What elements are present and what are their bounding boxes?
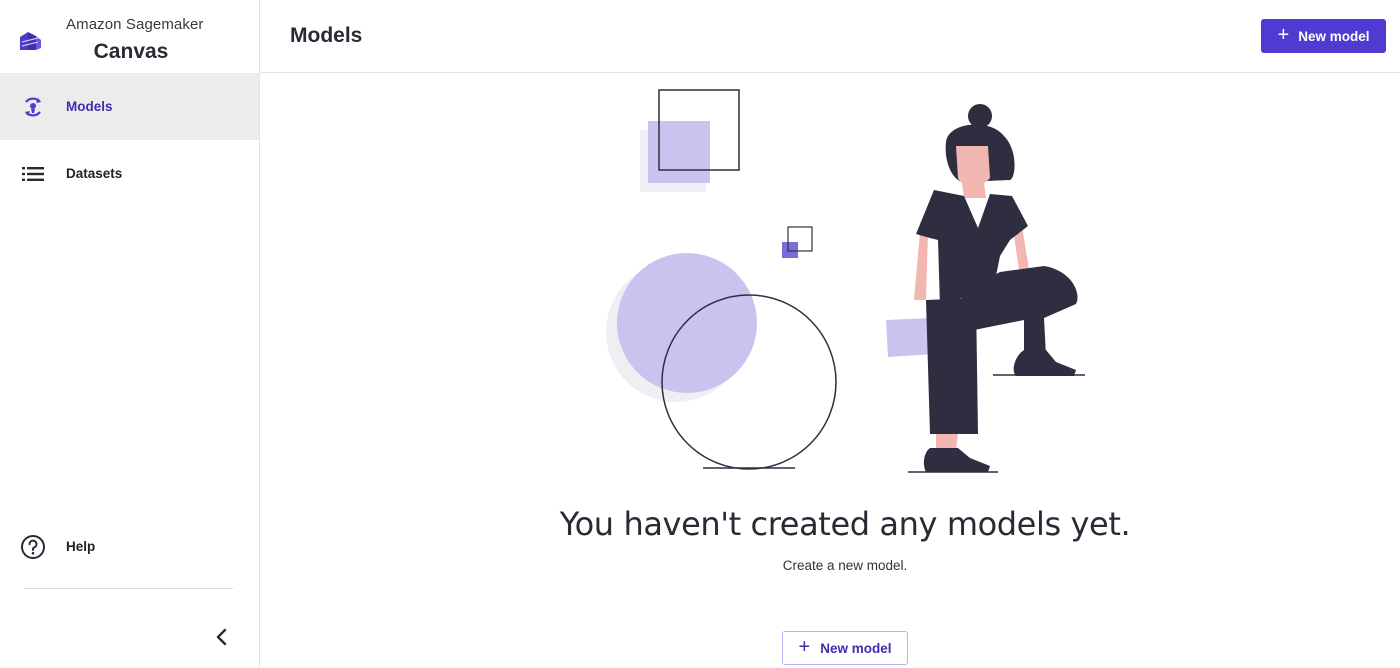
page-title: Models [290,24,363,47]
page-header: Models + New model [260,0,1400,73]
collapse-sidebar-icon[interactable] [210,625,234,649]
plus-icon: + [798,636,811,658]
help-icon [21,534,45,559]
empty-state-button-label: New model [820,640,892,656]
sidebar-item-models[interactable]: Models [0,73,259,140]
list-icon [22,166,44,181]
plus-icon: + [1277,24,1290,46]
brand-subtitle: Amazon Sagemaker [66,16,204,33]
sidebar-item-help[interactable]: Help [0,513,259,580]
help-label: Help [66,539,96,554]
empty-state-new-model-button[interactable]: + New model [782,631,908,665]
sidebar-item-datasets[interactable]: Datasets [0,140,259,207]
empty-state-title: You haven't created any models yet. [559,505,1131,543]
sidebar-item-label: Models [66,99,113,114]
empty-state-subtitle: Create a new model. [782,558,908,573]
models-icon [25,97,41,116]
new-model-button[interactable]: + New model [1261,19,1386,53]
brand: Amazon Sagemaker Canvas [0,0,260,73]
sidebar-divider [24,588,233,589]
sidebar-item-label: Datasets [66,166,123,181]
new-model-button-label: New model [1298,28,1370,44]
sidebar: Amazon Sagemaker Canvas Models Datasets [0,0,260,668]
empty-state-illustration [606,89,1085,473]
brand-title: Canvas [93,40,169,63]
